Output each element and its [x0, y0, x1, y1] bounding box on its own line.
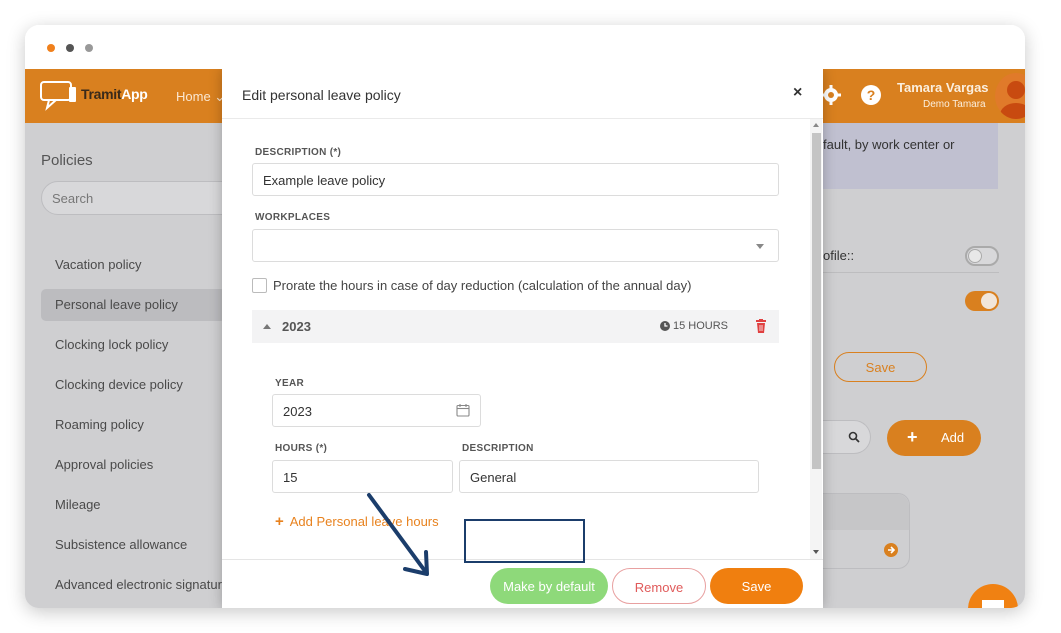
prorate-label: Prorate the hours in case of day reducti… — [273, 278, 692, 293]
logo-text: TramitApp — [81, 86, 148, 102]
sidebar-item-signature[interactable]: Advanced electronic signature — [41, 569, 229, 601]
scrollbar-thumb[interactable] — [812, 133, 821, 469]
svg-text:?: ? — [867, 87, 876, 103]
highlight-box — [464, 519, 585, 563]
sidebar-item-subsistence[interactable]: Subsistence allowance — [41, 529, 226, 561]
close-icon[interactable]: × — [793, 84, 802, 102]
nav-home[interactable]: Home ⌄ — [176, 89, 225, 105]
hours-description-input[interactable]: General — [459, 460, 759, 493]
hours-description-label: DESCRIPTION — [462, 443, 534, 454]
window-dot-orange-icon — [47, 44, 55, 52]
calendar-icon[interactable] — [456, 403, 470, 417]
remove-button[interactable]: Remove — [612, 568, 706, 604]
sidebar-item-clocking-device[interactable]: Clocking device policy — [41, 369, 226, 401]
profile-toggle-on[interactable] — [965, 291, 999, 311]
background-card — [823, 493, 910, 569]
profile-label: ofile:: — [823, 248, 855, 263]
sidebar-item-roaming[interactable]: Roaming policy — [41, 409, 226, 441]
hours-input[interactable]: 15 — [272, 460, 453, 493]
sidebar-title: Policies — [41, 152, 93, 169]
sidebar-search-input[interactable]: Search — [41, 181, 241, 215]
background-add-button[interactable]: + Add — [887, 420, 981, 456]
year-hours-summary: 15 HOURS — [673, 320, 729, 332]
description-label: DESCRIPTION (*) — [255, 147, 342, 158]
scroll-down-icon[interactable] — [813, 550, 819, 554]
year-section-header[interactable]: 2023 15 HOURS — [252, 310, 779, 343]
make-default-button[interactable]: Make by default — [490, 568, 608, 604]
chat-icon — [982, 600, 1004, 608]
prorate-checkbox[interactable] — [252, 278, 267, 293]
window-dot-gray-icon — [66, 44, 74, 52]
help-icon[interactable]: ? — [859, 83, 883, 107]
user-name[interactable]: Tamara Vargas — [897, 80, 989, 95]
sidebar: Policies Search Vacation policy Personal… — [25, 123, 241, 608]
background-search-input[interactable] — [823, 420, 871, 454]
year-title: 2023 — [282, 319, 311, 334]
clock-icon — [660, 321, 670, 331]
dropdown-caret-icon — [756, 244, 764, 249]
plus-icon: + — [907, 427, 918, 447]
user-avatar-icon — [1000, 81, 1025, 119]
save-button[interactable]: Save — [710, 568, 803, 604]
profile-toggle-off[interactable] — [965, 246, 999, 266]
workplaces-label: WORKPLACES — [255, 212, 331, 223]
sidebar-item-vacation[interactable]: Vacation policy — [41, 249, 226, 281]
add-label: Add — [941, 430, 965, 445]
sidebar-item-personal-leave[interactable]: Personal leave policy — [41, 289, 226, 321]
description-input[interactable]: Example leave policy — [252, 163, 779, 196]
workplaces-select[interactable] — [252, 229, 779, 262]
user-company: Demo Tamara — [923, 99, 986, 110]
sidebar-item-mileage[interactable]: Mileage — [41, 489, 226, 521]
sidebar-item-approval[interactable]: Approval policies — [41, 449, 226, 481]
logo-icon — [40, 81, 76, 111]
pointer-arrow-icon — [367, 493, 429, 576]
plus-icon: + — [275, 513, 284, 530]
window-chrome — [25, 25, 1025, 69]
year-value: 2023 — [283, 404, 312, 419]
info-box: fault, by work center or — [823, 123, 998, 189]
trash-icon[interactable] — [755, 319, 767, 333]
modal-header: Edit personal leave policy × — [222, 69, 823, 119]
sidebar-item-clocking-lock[interactable]: Clocking lock policy — [41, 329, 226, 361]
window-dot-light-icon — [85, 44, 93, 52]
year-label: YEAR — [275, 378, 304, 389]
background-panel: fault, by work center or ofile:: Save + … — [823, 123, 1025, 608]
avatar[interactable] — [995, 73, 1025, 119]
modal-title: Edit personal leave policy — [242, 87, 401, 103]
search-icon — [848, 431, 860, 443]
hours-label: HOURS (*) — [275, 443, 328, 454]
scroll-up-icon[interactable] — [813, 123, 819, 127]
year-input[interactable]: 2023 — [272, 394, 481, 427]
modal-footer: Make by default Remove Save — [222, 559, 823, 608]
background-save-button[interactable]: Save — [834, 352, 927, 382]
chevron-up-icon[interactable] — [263, 324, 271, 329]
arrow-circle-icon[interactable] — [884, 543, 898, 557]
divider — [823, 272, 999, 273]
